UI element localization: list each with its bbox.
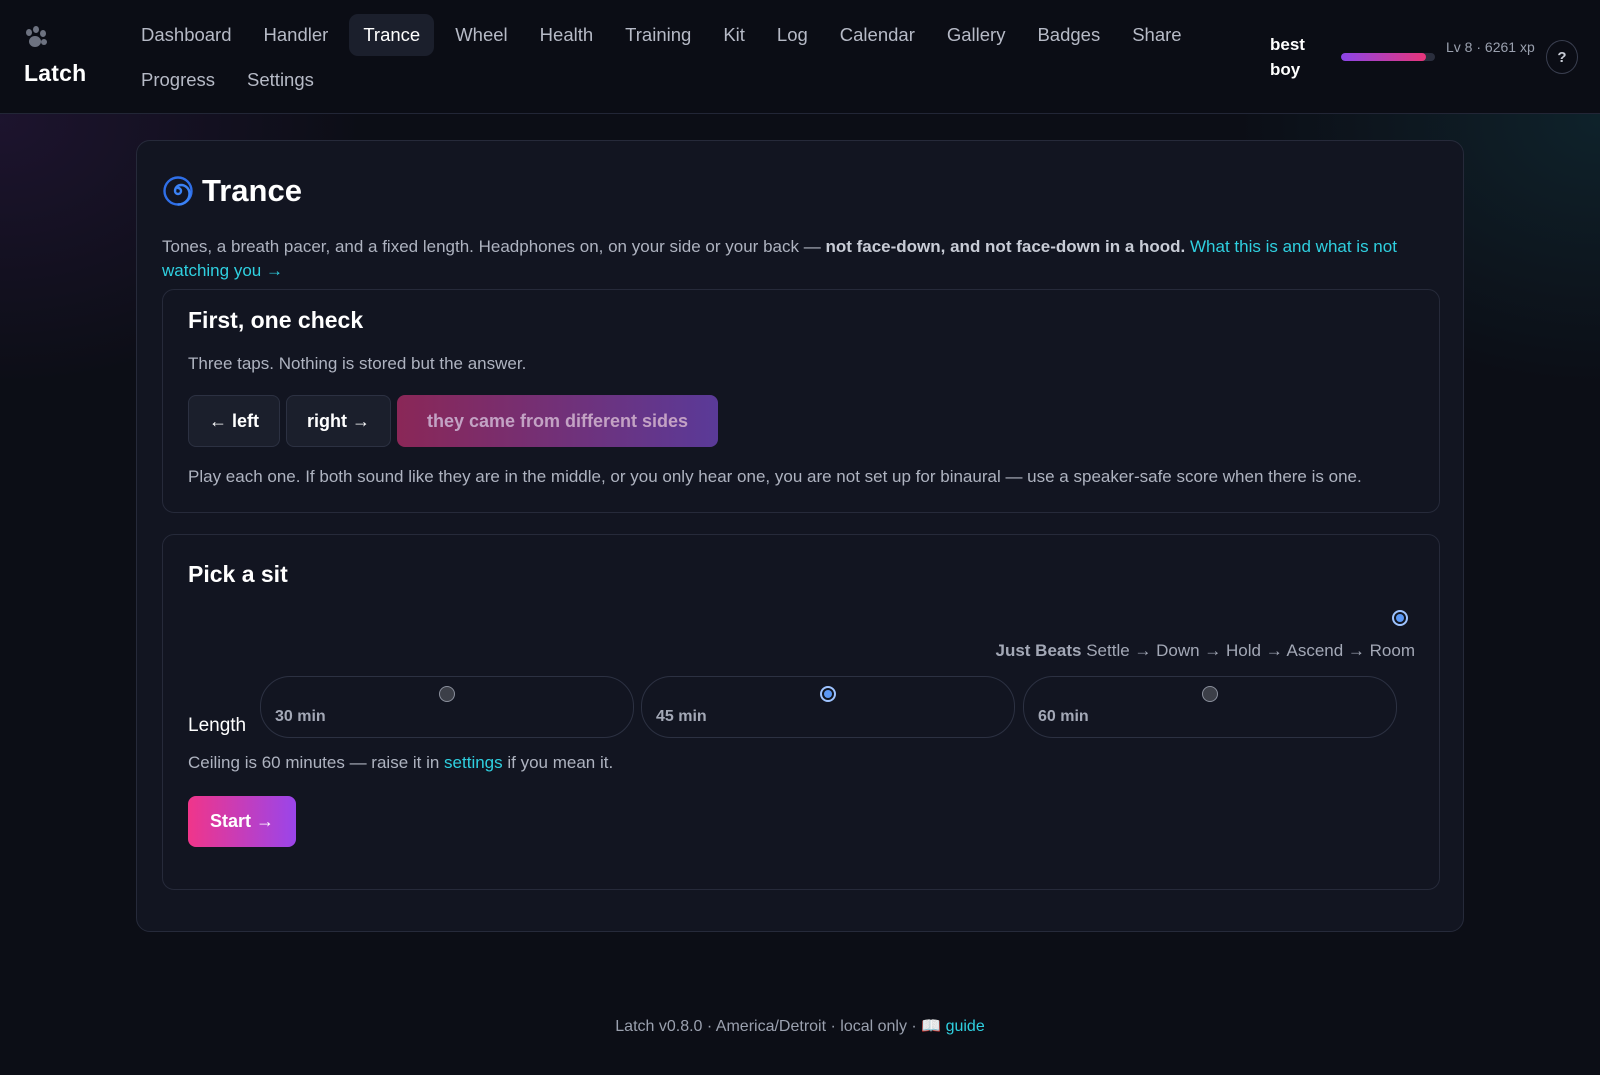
length-option-label: 30 min: [275, 708, 326, 725]
nav-item-dashboard[interactable]: Dashboard: [130, 14, 243, 56]
nav-item-log[interactable]: Log: [766, 14, 819, 56]
trance-card: Trance Tones, a breath pacer, and a fixe…: [136, 140, 1464, 932]
user-name[interactable]: best boy: [1270, 32, 1330, 82]
left-channel-button[interactable]: ← left: [188, 395, 280, 447]
check-title: First, one check: [188, 307, 364, 333]
page-header: Trance: [163, 173, 302, 209]
nav-item-share[interactable]: Share: [1121, 14, 1192, 56]
level-xp-text: Lv 8 · 6261 xp: [1446, 39, 1535, 55]
different-sides-button[interactable]: they came from different sides: [397, 395, 718, 447]
start-button[interactable]: Start →: [188, 796, 296, 847]
nav-item-trance[interactable]: Trance: [349, 14, 435, 56]
intro-lead: Tones, a breath pacer, and a fixed lengt…: [162, 237, 826, 256]
just-beats-radio[interactable]: [1392, 610, 1408, 626]
help-button[interactable]: ?: [1546, 40, 1578, 74]
nav-item-training[interactable]: Training: [614, 14, 702, 56]
length-option-label: 45 min: [656, 708, 707, 725]
nav-item-wheel[interactable]: Wheel: [444, 14, 518, 56]
xp-progress-fill: [1341, 53, 1426, 61]
audio-check-panel: First, one check Three taps. Nothing is …: [162, 289, 1440, 513]
option-flow: Settle → Down → Hold → Ascend → Room: [1086, 641, 1415, 660]
ceiling-lead: Ceiling is 60 minutes — raise it in: [188, 753, 445, 772]
spiral-icon: [163, 176, 193, 206]
ceiling-tail: if you mean it.: [502, 753, 614, 772]
length-option-30-min[interactable]: 30 min: [260, 676, 634, 738]
pick-sit-panel: Pick a sit Just Beats Settle → Down → Ho…: [162, 534, 1440, 890]
length-option-45-min[interactable]: 45 min: [641, 676, 1015, 738]
length-radio[interactable]: [439, 686, 455, 702]
intro-text: Tones, a breath pacer, and a fixed lengt…: [162, 235, 1422, 283]
settings-link[interactable]: settings: [444, 753, 503, 772]
length-radio[interactable]: [1202, 686, 1218, 702]
intro-warning: not face-down, and not face-down in a ho…: [825, 237, 1186, 256]
nav-item-badges[interactable]: Badges: [1026, 14, 1111, 56]
option-name: Just Beats: [995, 641, 1082, 660]
nav-item-settings[interactable]: Settings: [236, 59, 325, 101]
ceiling-note: Ceiling is 60 minutes — raise it in sett…: [188, 753, 613, 773]
length-radio[interactable]: [820, 686, 836, 702]
sit-title: Pick a sit: [188, 561, 288, 587]
length-option-label: 60 min: [1038, 708, 1089, 725]
nav-row: Dashboard Handler Trance Wheel Health Trainin…: [130, 14, 1230, 56]
page-title: Trance: [202, 173, 302, 208]
footer: Latch v0.8.0 · America/Detroit · local o…: [0, 1016, 1600, 1036]
nav-item-kit[interactable]: Kit: [712, 14, 756, 56]
check-note: Play each one. If both sound like they a…: [188, 467, 1362, 486]
app-name: Latch: [24, 60, 87, 86]
book-icon: 📖: [921, 1018, 942, 1035]
right-channel-button[interactable]: right →: [286, 395, 391, 447]
nav-item-health[interactable]: Health: [529, 14, 604, 56]
footer-text: Latch v0.8.0 · America/Detroit · local o…: [615, 1018, 922, 1035]
xp-progress-bar: [1341, 53, 1435, 61]
nav-row: Progress Settings: [130, 59, 1230, 101]
nav-item-gallery[interactable]: Gallery: [936, 14, 1017, 56]
length-option-60-min[interactable]: 60 min: [1023, 676, 1397, 738]
length-label: Length: [188, 715, 247, 736]
check-subtitle: Three taps. Nothing is stored but the an…: [188, 354, 527, 373]
nav-item-handler[interactable]: Handler: [253, 14, 340, 56]
nav-item-progress[interactable]: Progress: [130, 59, 226, 101]
paw-icon: [24, 26, 50, 50]
just-beats-option[interactable]: Just Beats Settle → Down → Hold → Ascend…: [995, 641, 1415, 661]
nav-item-calendar[interactable]: Calendar: [829, 14, 926, 56]
main-nav: Dashboard Handler Trance Wheel Health Trainin…: [130, 14, 1230, 104]
guide-link[interactable]: guide: [946, 1018, 985, 1035]
top-bar: Latch Dashboard Handler Trance Wheel Health T…: [0, 0, 1600, 114]
